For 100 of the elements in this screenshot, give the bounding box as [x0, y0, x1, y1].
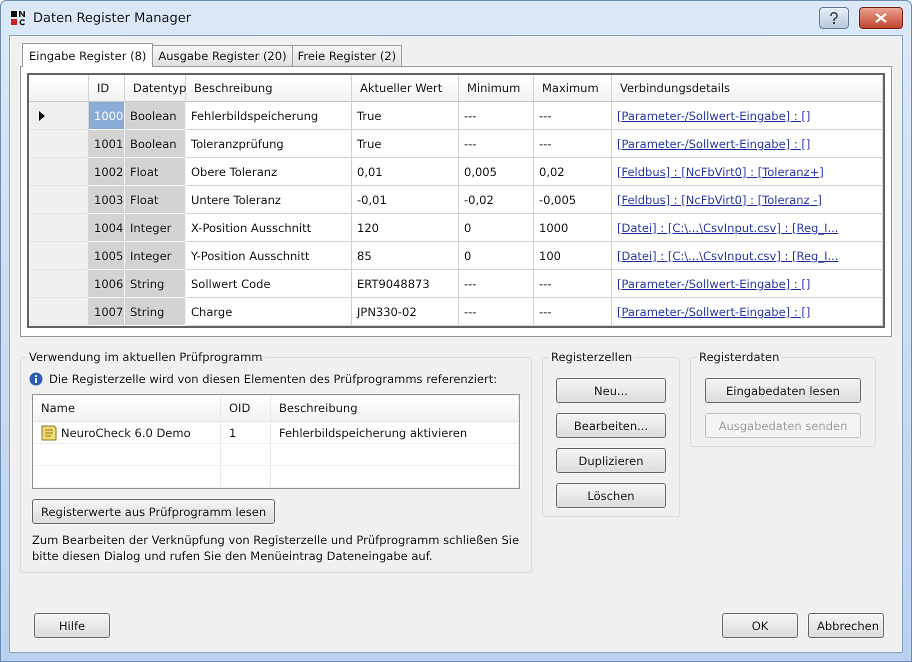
- window-title: Daten Register Manager: [33, 10, 192, 26]
- table-cell: 120: [352, 214, 459, 242]
- table-cell: ---: [534, 102, 612, 130]
- table-cell: 85: [352, 242, 459, 270]
- column-header[interactable]: Name: [33, 395, 221, 422]
- row-header[interactable]: [29, 158, 89, 186]
- tab[interactable]: Freie Register (2): [292, 45, 402, 66]
- table-cell: True: [352, 130, 459, 158]
- table-cell: Fehlerbildspeicherung: [186, 102, 352, 130]
- table-cell: 0,02: [534, 158, 612, 186]
- column-header[interactable]: Maximum: [534, 75, 612, 102]
- table-cell: 1002: [89, 158, 125, 186]
- table-cell: 0,005: [459, 158, 534, 186]
- info-icon: [29, 372, 43, 386]
- table-cell: ---: [534, 298, 612, 326]
- column-header[interactable]: OID: [221, 395, 271, 422]
- row-header[interactable]: [29, 242, 89, 270]
- table-cell: Boolean: [125, 102, 186, 130]
- row-header[interactable]: [29, 102, 89, 130]
- help-icon: [829, 12, 839, 24]
- row-header[interactable]: [29, 298, 89, 326]
- button[interactable]: Neu...: [556, 378, 666, 403]
- empty-list-cell: [221, 466, 271, 488]
- button[interactable]: Registerwerte aus Prüfprogramm lesen: [32, 499, 276, 524]
- column-header[interactable]: Beschreibung: [271, 395, 519, 422]
- button[interactable]: Hilfe: [34, 613, 110, 638]
- current-row-icon: [39, 110, 45, 120]
- table-cell: Boolean: [125, 130, 186, 158]
- table-cell: Integer: [125, 214, 186, 242]
- table-cell: ---: [459, 270, 534, 298]
- table-cell: 1000: [534, 214, 612, 242]
- table-cell: 0: [459, 242, 534, 270]
- table-cell: -0,02: [459, 186, 534, 214]
- row-header[interactable]: [29, 214, 89, 242]
- table-cell: Float: [125, 186, 186, 214]
- table-cell: 1004: [89, 214, 125, 242]
- group-title: Registerzellen: [549, 350, 634, 364]
- connection-link[interactable]: [Parameter-/Sollwert-Eingabe] : []: [617, 276, 810, 290]
- table-cell: Float: [125, 158, 186, 186]
- button[interactable]: Eingabedaten lesen: [705, 378, 861, 403]
- column-header[interactable]: Aktueller Wert: [352, 75, 459, 102]
- table-cell: Sollwert Code: [186, 270, 352, 298]
- button[interactable]: Abbrechen: [808, 613, 884, 638]
- table-cell: Untere Toleranz: [186, 186, 352, 214]
- table-cell: ---: [459, 102, 534, 130]
- close-icon: [875, 13, 887, 23]
- table-cell: ERT9048873: [352, 270, 459, 298]
- column-header[interactable]: Verbindungsdetails: [612, 75, 883, 102]
- row-header[interactable]: [29, 186, 89, 214]
- table-cell: ---: [459, 130, 534, 158]
- table-cell: Obere Toleranz: [186, 158, 352, 186]
- document-icon: [41, 424, 57, 440]
- info-text: Die Registerzelle wird von diesen Elementen des Prüfprogramms referenziert:: [49, 372, 498, 386]
- table-cell: 0,01: [352, 158, 459, 186]
- row-header[interactable]: [29, 75, 89, 102]
- connection-link[interactable]: [Parameter-/Sollwert-Eingabe] : []: [617, 304, 810, 318]
- table-cell: 1005: [89, 242, 125, 270]
- group-title: Verwendung im aktuellen Prüfprogramm: [27, 350, 265, 364]
- table-cell: String: [125, 270, 186, 298]
- help-button[interactable]: [819, 7, 849, 29]
- column-header[interactable]: ID: [89, 75, 125, 102]
- connection-link[interactable]: [Parameter-/Sollwert-Eingabe] : []: [617, 108, 810, 122]
- group-title: Registerdaten: [697, 350, 782, 364]
- button[interactable]: Bearbeiten...: [556, 413, 666, 438]
- column-header[interactable]: Minimum: [459, 75, 534, 102]
- button[interactable]: Löschen: [556, 483, 666, 508]
- table-cell: 1001: [89, 130, 125, 158]
- table-cell: 100: [534, 242, 612, 270]
- table-cell: 1003: [89, 186, 125, 214]
- connection-link[interactable]: [Datei] : [C:\...\CsvInput.csv] : [Reg_I...: [617, 248, 838, 262]
- button[interactable]: Duplizieren: [556, 448, 666, 473]
- list-cell: NeuroCheck 6.0 Demo: [61, 426, 191, 440]
- table-cell: JPN330-02: [352, 298, 459, 326]
- tab[interactable]: Ausgabe Register (20): [152, 45, 293, 66]
- connection-link[interactable]: [Parameter-/Sollwert-Eingabe] : []: [617, 136, 810, 150]
- table-cell: 1007: [89, 298, 125, 326]
- row-header[interactable]: [29, 270, 89, 298]
- table-cell: -0,005: [534, 186, 612, 214]
- table-cell: Integer: [125, 242, 186, 270]
- column-header[interactable]: Beschreibung: [186, 75, 352, 102]
- connection-link[interactable]: [Feldbus] : [NcFbVirt0] : [Toleranz+]: [617, 164, 824, 178]
- table-cell: Y-Position Ausschnitt: [186, 242, 352, 270]
- connection-link[interactable]: [Feldbus] : [NcFbVirt0] : [Toleranz -]: [617, 192, 822, 206]
- table-cell: 1006: [89, 270, 125, 298]
- connection-link[interactable]: [Datei] : [C:\...\CsvInput.csv] : [Reg_I...: [617, 220, 838, 234]
- tab[interactable]: Eingabe Register (8): [22, 43, 154, 67]
- list-cell: Fehlerbildspeicherung aktivieren: [279, 426, 468, 440]
- row-header[interactable]: [29, 130, 89, 158]
- table-cell: ---: [534, 130, 612, 158]
- hint-text: Zum Bearbeiten der Verknüpfung von Registerzelle und Prüfprogramm schließen Sie bitte diesen Dialog und rufen Sie den Menüeintrag Dateneingabe auf.: [32, 532, 520, 564]
- table-cell: Toleranzprüfung: [186, 130, 352, 158]
- table-cell: ---: [459, 298, 534, 326]
- button[interactable]: OK: [722, 613, 798, 638]
- close-button[interactable]: [859, 7, 903, 29]
- table-cell: 1000: [89, 102, 125, 130]
- table-cell: True: [352, 102, 459, 130]
- column-header[interactable]: Datentyp: [125, 75, 186, 102]
- table-cell: 0: [459, 214, 534, 242]
- table-cell: -0,01: [352, 186, 459, 214]
- list-cell: 1: [229, 426, 236, 440]
